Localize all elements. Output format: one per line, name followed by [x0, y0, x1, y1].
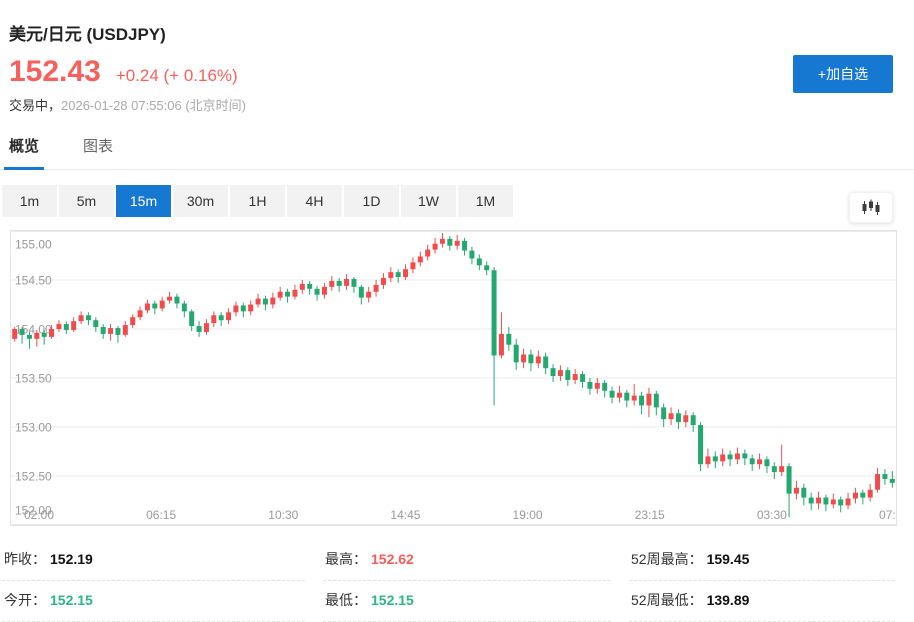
period-button-30m[interactable]: 30m [173, 185, 228, 217]
tab-chart[interactable]: 图表 [83, 135, 113, 169]
period-button-1d[interactable]: 1D [344, 185, 399, 217]
last-price: 152.43 [9, 57, 101, 87]
svg-text:03:30: 03:30 [757, 508, 787, 522]
svg-text:155.00: 155.00 [15, 238, 52, 252]
period-button-15m[interactable]: 15m [116, 185, 171, 217]
stat-value: 152.15 [50, 592, 93, 608]
svg-text:153.00: 153.00 [15, 421, 52, 435]
stat-item: 昨收：152.19 [2, 540, 305, 581]
candlestick-chart[interactable]: 155.00154.50154.00153.50153.00152.50152.… [10, 230, 897, 526]
candlestick-icon [861, 199, 881, 216]
trading-status-row: 交易中，2026-01-28 07:55:06 (北京时间) [0, 95, 914, 114]
stat-value: 159.45 [707, 551, 750, 567]
stats-grid: 昨收：152.19最高：152.6252周最高：159.45今开：152.15最… [2, 540, 895, 622]
period-button-4h[interactable]: 4H [287, 185, 342, 217]
period-bar: 1m5m15m30m1H4H1D1W1M [2, 185, 914, 217]
trading-status: 交易中， [9, 98, 61, 113]
price-row: 152.43 +0.24 (+ 0.16%) [0, 57, 914, 87]
period-button-5m[interactable]: 5m [59, 185, 114, 217]
period-button-1m[interactable]: 1m [2, 185, 57, 217]
svg-text:14:45: 14:45 [390, 508, 420, 522]
stat-item: 最高：152.62 [323, 540, 611, 581]
stat-item: 最低：152.15 [323, 581, 611, 622]
stat-label: 昨收： [4, 551, 46, 567]
chart-style-button[interactable] [849, 192, 893, 223]
svg-text:06:15: 06:15 [146, 508, 176, 522]
stat-label: 最低： [325, 592, 367, 608]
svg-text:154.50: 154.50 [15, 274, 52, 288]
stat-label: 52周最高： [631, 551, 703, 567]
svg-text:07:45: 07:45 [879, 508, 896, 522]
quote-page: 美元/日元 (USDJPY) 152.43 +0.24 (+ 0.16%) 交易… [0, 0, 914, 617]
stat-value: 152.15 [371, 592, 414, 608]
tab-bar: 概览 图表 [0, 135, 914, 170]
svg-text:19:00: 19:00 [513, 508, 543, 522]
price-change: +0.24 (+ 0.16%) [116, 66, 238, 86]
period-button-1h[interactable]: 1H [230, 185, 285, 217]
stat-value: 139.89 [707, 592, 750, 608]
period-button-1w[interactable]: 1W [401, 185, 456, 217]
stat-value: 152.19 [50, 551, 93, 567]
page-title: 美元/日元 (USDJPY) [0, 0, 914, 45]
svg-text:10:30: 10:30 [268, 508, 298, 522]
quote-timestamp: 2026-01-28 07:55:06 (北京时间) [61, 98, 246, 113]
svg-text:02:00: 02:00 [24, 508, 54, 522]
period-button-1m[interactable]: 1M [458, 185, 513, 217]
stat-label: 52周最低： [631, 592, 703, 608]
stat-label: 最高： [325, 551, 367, 567]
tab-overview[interactable]: 概览 [9, 135, 39, 169]
stat-label: 今开： [4, 592, 46, 608]
svg-text:152.50: 152.50 [15, 470, 52, 484]
svg-text:23:15: 23:15 [635, 508, 665, 522]
svg-text:153.50: 153.50 [15, 372, 52, 386]
add-watchlist-button[interactable]: +加自选 [793, 55, 893, 93]
stat-item: 52周最高：159.45 [629, 540, 895, 581]
stat-item: 今开：152.15 [2, 581, 305, 622]
stat-value: 152.62 [371, 551, 414, 567]
stat-item: 52周最低：139.89 [629, 581, 895, 622]
